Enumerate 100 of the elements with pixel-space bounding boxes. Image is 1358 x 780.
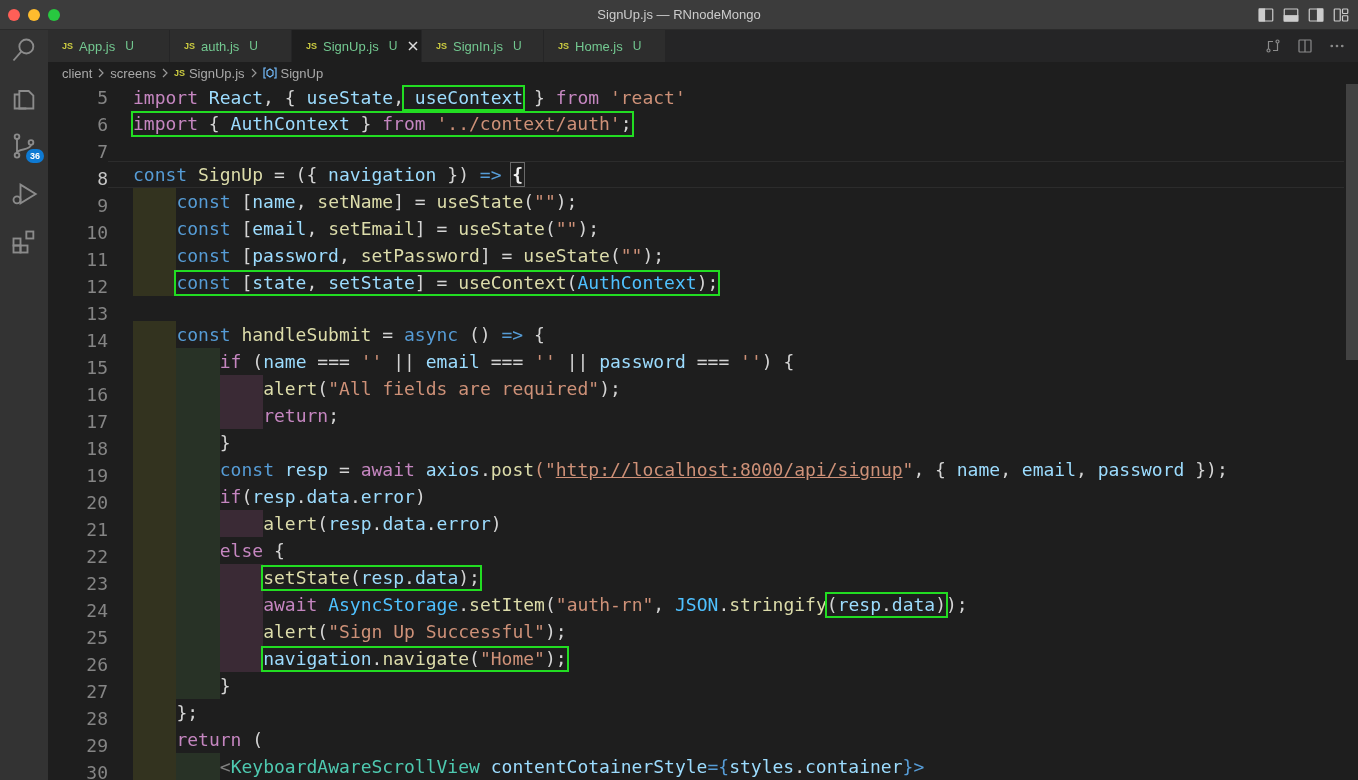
highlighted-code: useContext [403, 86, 524, 109]
code-text: import React, { useState, [133, 86, 404, 110]
line-number: 19 [85, 464, 108, 488]
close-button[interactable] [8, 8, 20, 21]
indent-guide [176, 348, 220, 375]
indent-guide [176, 672, 220, 699]
line-number: 18 [85, 437, 108, 461]
line-number: 6 [96, 113, 108, 137]
tab-label: auth.js [201, 38, 240, 54]
js-file-icon: JS [436, 41, 447, 51]
split-editor-icon[interactable] [1296, 37, 1314, 55]
breadcrumb-item[interactable]: SignUp [280, 65, 324, 81]
line-number: 28 [85, 707, 108, 731]
tab-label: App.js [79, 38, 116, 54]
untracked-status: U [388, 39, 398, 53]
line-number: 26 [85, 653, 108, 677]
untracked-status: U [249, 39, 258, 53]
highlighted-code: navigation.navigate("Home"); [263, 647, 567, 670]
js-file-icon: JS [62, 41, 73, 51]
code-text: await AsyncStorage.setItem("auth-rn", JSON.stringify [263, 593, 827, 617]
close-icon[interactable] [407, 40, 420, 52]
panel-bottom-icon[interactable] [1282, 5, 1300, 24]
tab-label: Home.js [575, 38, 623, 54]
js-file-icon: JS [306, 41, 317, 51]
line-number: 12 [85, 275, 108, 299]
js-file-icon: JS [173, 68, 185, 78]
line-number: 15 [85, 356, 108, 380]
line-number: 14 [85, 329, 108, 353]
zoom-button[interactable] [48, 8, 60, 21]
code-text: alert("All fields are required"); [263, 377, 621, 401]
code-text: alert(resp.data.error) [263, 512, 502, 536]
untracked-status: U [512, 39, 522, 53]
line-number: 23 [85, 572, 108, 596]
line-number: 22 [85, 545, 108, 569]
code-text: ); [946, 593, 968, 617]
line-number: 21 [85, 518, 108, 542]
line-number: 20 [85, 491, 108, 515]
breadcrumb-item[interactable]: client [62, 65, 93, 81]
line-number: 16 [85, 383, 108, 407]
code-text: const SignUp = ({ navigation }) => { [133, 163, 524, 187]
code-text: const [password, setPassword] = useState(""); [176, 244, 665, 268]
editor-tab[interactable]: JS SignIn.js U [422, 30, 544, 62]
indent-guide [133, 269, 177, 296]
line-number: 10 [85, 221, 108, 245]
sidebar-right-icon[interactable] [1307, 5, 1325, 24]
line-number: 9 [96, 194, 108, 218]
code-text: return; [263, 404, 340, 428]
line-number: 24 [85, 599, 108, 623]
indent-guide [219, 564, 264, 591]
indent-guide [219, 510, 264, 537]
tab-label: SignUp.js [323, 38, 379, 54]
editor-tab[interactable]: JS SignUp.js U [292, 30, 422, 62]
line-number: 5 [96, 86, 108, 110]
js-file-icon: JS [558, 41, 569, 51]
breadcrumb-item[interactable]: screens [110, 65, 156, 81]
indent-guide [219, 645, 264, 672]
minimize-button[interactable] [28, 8, 40, 21]
line-number: 29 [85, 734, 108, 758]
code-text: const handleSubmit = async () => { [176, 323, 545, 347]
code-text: return ( [176, 728, 264, 752]
code-text: const [email, setEmail] = useState(""); [176, 217, 600, 241]
untracked-status: U [632, 39, 642, 53]
code-text: } from 'react' [533, 86, 686, 110]
scrollbar-thumb[interactable] [1346, 84, 1358, 360]
line-number: 17 [85, 410, 108, 434]
code-text: }; [176, 701, 199, 725]
notification-badge: 36 [26, 149, 44, 163]
line-number: 7 [96, 140, 108, 164]
code-text: if(resp.data.error) [219, 485, 426, 509]
symbol-icon [262, 67, 277, 79]
breadcrumb-item[interactable]: SignUp.js [188, 65, 245, 81]
sidebar-left-icon[interactable] [1257, 5, 1275, 24]
highlighted-code: (resp.data) [826, 593, 947, 616]
code-text: } [219, 674, 231, 698]
indent-guide [219, 375, 264, 402]
code-text: else { [219, 539, 285, 563]
editor-tab[interactable]: JS Home.js U [544, 30, 666, 62]
js-file-icon: JS [184, 41, 195, 51]
window-title: SignUp.js — RNnodeMongo [597, 7, 761, 22]
code-text: const [name, setName] = useState(""); [176, 190, 578, 214]
line-number: 30 [85, 761, 108, 780]
code-text: const resp = await axios.post("http://localhost:8000/api/signup", { name, email, password }); [219, 458, 1228, 482]
editor-tab[interactable]: JS auth.js U [170, 30, 292, 62]
indent-guide [219, 402, 264, 429]
line-number: 25 [85, 626, 108, 650]
editor-tab[interactable]: JS App.js U [48, 30, 170, 62]
highlighted-code: const [state, setState] = useContext(AuthContext); [176, 271, 719, 294]
code-text: alert("Sign Up Successful"); [263, 620, 567, 644]
code-text: <KeyboardAwareScrollView contentCotainerStyle={styles.container}> [219, 755, 925, 779]
highlighted-code: import { AuthContext } from '../context/auth'; [133, 112, 632, 135]
line-number: 27 [85, 680, 108, 704]
highlighted-code: setState(resp.data); [263, 566, 480, 589]
untracked-status: U [125, 39, 134, 53]
line-number: 13 [85, 302, 108, 326]
compare-changes-icon[interactable] [1264, 37, 1282, 55]
line-number: 11 [85, 248, 108, 272]
code-text: if (name === '' || email === '' || password === '') { [219, 350, 795, 374]
tab-label: SignIn.js [453, 38, 503, 54]
layout-icon[interactable] [1332, 5, 1350, 24]
line-number: 8 [96, 167, 108, 191]
